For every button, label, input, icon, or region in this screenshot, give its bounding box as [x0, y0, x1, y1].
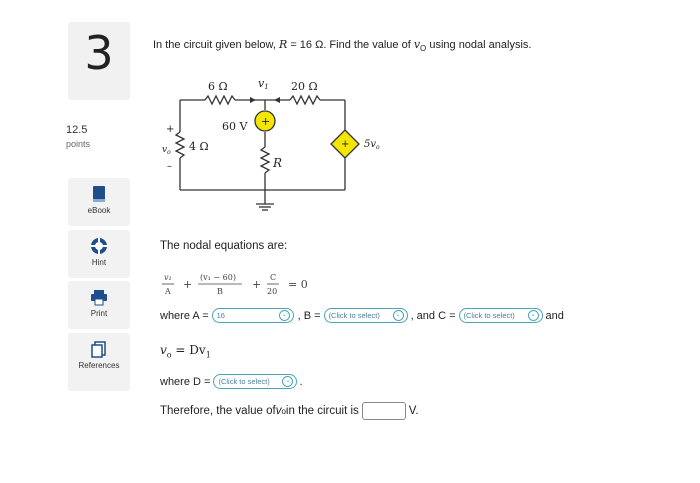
documents-icon	[91, 341, 106, 358]
print-button[interactable]: Print	[68, 281, 130, 329]
term2-numerator: (v₁ − 60)	[200, 273, 236, 282]
answer-unit: V.	[408, 405, 419, 417]
question-text: In the circuit given below, R = 16 Ω. Fi…	[153, 38, 532, 54]
chevron-down-icon: ⌄	[392, 310, 404, 321]
vo-label: vo	[162, 145, 171, 156]
c-label: , and C =	[410, 309, 456, 322]
answer-line: Therefore, the value of vo in the circui…	[160, 402, 419, 420]
vo-equation: vo = Dv1	[160, 343, 211, 360]
node-v1-label: v1	[258, 77, 269, 91]
chevron-down-icon: ⌄	[527, 310, 539, 321]
source-60v-label: 60 V	[222, 120, 248, 133]
a-label: where A =	[160, 309, 209, 322]
dep-source-label: 5vo	[364, 139, 380, 151]
references-label: References	[78, 361, 120, 370]
points-value: 12.5	[66, 124, 88, 136]
print-label: Print	[90, 309, 108, 318]
book-icon	[93, 186, 105, 202]
source-plus: +	[261, 115, 270, 128]
question-number: 3	[84, 26, 114, 80]
resistor-r-label: R	[272, 156, 282, 170]
equals-zero: = 0	[288, 278, 308, 291]
where-d-line: where D = (Click to select) ⌄ .	[160, 374, 303, 389]
nodal-equation: v₁ A + (v₁ − 60) B + C 20 = 0	[162, 273, 308, 296]
ebook-label: eBook	[87, 206, 111, 215]
vo-minus: –	[167, 161, 172, 172]
chevron-down-icon: ⌄	[282, 376, 294, 387]
a-select[interactable]: 16 ⌄	[211, 308, 294, 323]
chevron-down-icon: ⌄	[278, 310, 290, 321]
resistor-20-label: 20 Ω	[291, 80, 318, 93]
points-label: points	[66, 139, 91, 149]
b-select[interactable]: (Click to select) ⌄	[323, 308, 408, 323]
lifebuoy-icon	[91, 238, 107, 254]
resistor-6-label: 6 Ω	[208, 80, 228, 93]
c-select[interactable]: (Click to select) ⌄	[458, 308, 543, 323]
resistor-4-label: 4 Ω	[189, 140, 209, 153]
term1-numerator: v₁	[164, 273, 172, 282]
plus-1: +	[183, 278, 192, 291]
circuit-diagram: 6 Ω v1 20 Ω 60 V + 4 Ω + vo – R + 5vo	[162, 77, 380, 211]
hint-button[interactable]: Hint	[68, 230, 130, 278]
term3-numerator: C	[270, 273, 276, 282]
and-label: and	[545, 309, 564, 322]
references-button[interactable]: References	[68, 333, 130, 391]
d-select[interactable]: (Click to select) ⌄	[213, 374, 298, 389]
printer-icon	[91, 290, 107, 306]
term1-denominator: A	[164, 287, 171, 296]
plus-2: +	[252, 278, 261, 291]
term3-denominator: 20	[267, 287, 277, 296]
dep-plus: +	[341, 139, 349, 150]
answer-input[interactable]	[361, 402, 406, 420]
term2-denominator: B	[217, 287, 223, 296]
d-end: .	[299, 375, 303, 388]
nodal-intro: The nodal equations are:	[160, 240, 288, 252]
d-label: where D =	[160, 375, 211, 388]
vo-plus: +	[166, 124, 174, 135]
hint-label: Hint	[91, 258, 107, 267]
b-label: , B =	[297, 309, 321, 322]
ebook-button[interactable]: eBook	[68, 178, 130, 226]
where-abc-line: where A = 16 ⌄ , B = (Click to select) ⌄ ,…	[160, 308, 564, 323]
